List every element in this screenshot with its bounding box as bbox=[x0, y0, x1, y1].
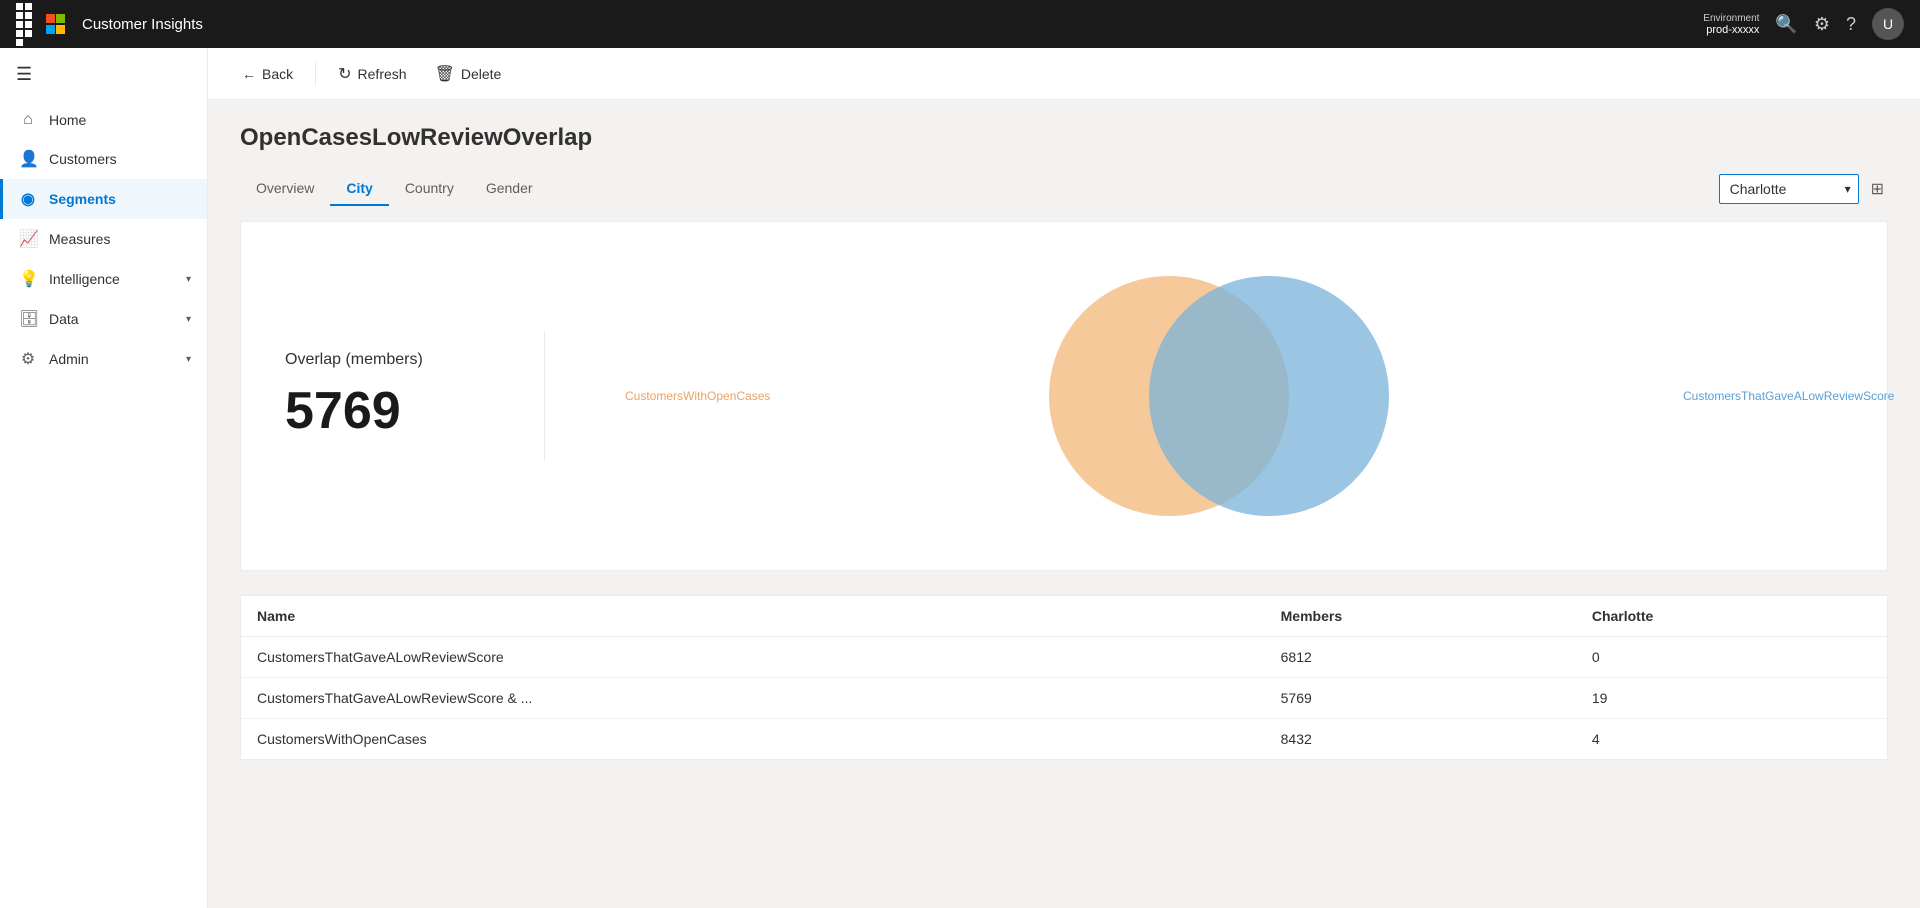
sidebar: ☰ ⌂ Home 👤 Customers ◉ Segments 📈 Measur… bbox=[0, 48, 208, 908]
waffle-menu-icon[interactable] bbox=[16, 3, 34, 46]
table-row: CustomersThatGaveALowReviewScore & ... 5… bbox=[241, 678, 1887, 719]
overlap-label: Overlap (members) bbox=[285, 351, 423, 369]
tab-overview[interactable]: Overview bbox=[240, 172, 330, 206]
measures-icon: 📈 bbox=[19, 229, 37, 249]
chevron-down-icon: ▾ bbox=[186, 274, 191, 285]
chevron-down-icon: ▾ bbox=[186, 354, 191, 365]
search-icon[interactable]: 🔍 bbox=[1775, 14, 1797, 35]
venn-svg bbox=[1014, 246, 1394, 546]
customers-icon: 👤 bbox=[19, 149, 37, 169]
sidebar-item-data[interactable]: 🗄 Data ▾ bbox=[0, 299, 207, 339]
environment-info: Environment prod-xxxxx bbox=[1703, 13, 1759, 36]
col-header-name: Name bbox=[241, 596, 1265, 637]
city-filter-dropdown[interactable]: Charlotte New York Los Angeles Chicago H… bbox=[1719, 174, 1859, 204]
cell-name: CustomersThatGaveALowReviewScore bbox=[241, 637, 1265, 678]
cell-name: CustomersWithOpenCases bbox=[241, 719, 1265, 760]
sidebar-item-customers[interactable]: 👤 Customers bbox=[0, 139, 207, 179]
filter-button[interactable]: ⊞ bbox=[1867, 175, 1888, 203]
data-table: Name Members Charlotte CustomersThatGave… bbox=[241, 596, 1887, 759]
delete-button[interactable]: 🗑 Delete bbox=[425, 58, 512, 90]
data-table-wrapper: Name Members Charlotte CustomersThatGave… bbox=[240, 595, 1888, 760]
col-header-charlotte: Charlotte bbox=[1576, 596, 1887, 637]
microsoft-logo bbox=[46, 14, 66, 34]
tab-gender[interactable]: Gender bbox=[470, 172, 549, 206]
sidebar-item-intelligence[interactable]: 💡 Intelligence ▾ bbox=[0, 259, 207, 299]
cell-charlotte: 19 bbox=[1576, 678, 1887, 719]
chart-area: Overlap (members) 5769 CustomersWithOpen… bbox=[240, 221, 1888, 571]
cell-charlotte: 4 bbox=[1576, 719, 1887, 760]
app-title: Customer Insights bbox=[82, 16, 203, 33]
data-icon: 🗄 bbox=[19, 309, 37, 329]
delete-icon: 🗑 bbox=[435, 64, 455, 84]
refresh-button[interactable]: ↻ Refresh bbox=[328, 58, 416, 90]
sidebar-item-admin[interactable]: ⚙ Admin ▾ bbox=[0, 339, 207, 379]
tabs-filter-area: Charlotte New York Los Angeles Chicago H… bbox=[1719, 174, 1888, 204]
city-filter-dropdown-wrapper: Charlotte New York Los Angeles Chicago H… bbox=[1719, 174, 1859, 204]
table-row: CustomersWithOpenCases 8432 4 bbox=[241, 719, 1887, 760]
sidebar-menu-icon[interactable]: ☰ bbox=[0, 56, 207, 101]
avatar[interactable]: U bbox=[1872, 8, 1904, 40]
sidebar-item-segments[interactable]: ◉ Segments bbox=[0, 179, 207, 219]
back-arrow-icon: ← bbox=[242, 66, 256, 82]
content-area: ← Back ↻ Refresh 🗑 Delete OpenCasesLowRe… bbox=[208, 48, 1920, 908]
cell-members: 6812 bbox=[1265, 637, 1576, 678]
cell-members: 8432 bbox=[1265, 719, 1576, 760]
back-button[interactable]: ← Back bbox=[232, 60, 303, 88]
topnav: Customer Insights Environment prod-xxxxx… bbox=[0, 0, 1920, 48]
sidebar-item-measures[interactable]: 📈 Measures bbox=[0, 219, 207, 259]
segments-icon: ◉ bbox=[19, 189, 37, 209]
overlap-stats: Overlap (members) 5769 bbox=[265, 331, 545, 461]
page-content: OpenCasesLowReviewOverlap Overview City … bbox=[208, 100, 1920, 908]
toolbar: ← Back ↻ Refresh 🗑 Delete bbox=[208, 48, 1920, 100]
table-row: CustomersThatGaveALowReviewScore 6812 0 bbox=[241, 637, 1887, 678]
overlap-number: 5769 bbox=[285, 381, 401, 441]
admin-icon: ⚙ bbox=[19, 349, 37, 369]
tab-country[interactable]: Country bbox=[389, 172, 470, 206]
intelligence-icon: 💡 bbox=[19, 269, 37, 289]
venn-diagram: CustomersWithOpenCases CustomersThatGave… bbox=[545, 246, 1863, 546]
cell-charlotte: 0 bbox=[1576, 637, 1887, 678]
tabs-list: Overview City Country Gender bbox=[240, 172, 1719, 205]
settings-icon[interactable]: ⚙ bbox=[1814, 14, 1830, 35]
cell-members: 5769 bbox=[1265, 678, 1576, 719]
toolbar-divider bbox=[315, 62, 316, 86]
refresh-icon: ↻ bbox=[338, 64, 351, 84]
page-title: OpenCasesLowReviewOverlap bbox=[240, 124, 1888, 152]
tab-city[interactable]: City bbox=[330, 172, 388, 206]
tabs-row: Overview City Country Gender Ch bbox=[240, 172, 1888, 205]
topnav-right: Environment prod-xxxxx 🔍 ⚙ ? U bbox=[1703, 8, 1904, 40]
sidebar-item-home[interactable]: ⌂ Home bbox=[0, 101, 207, 139]
help-icon[interactable]: ? bbox=[1846, 14, 1856, 35]
filter-icon: ⊞ bbox=[1871, 181, 1884, 198]
cell-name: CustomersThatGaveALowReviewScore & ... bbox=[241, 678, 1265, 719]
home-icon: ⌂ bbox=[19, 111, 37, 129]
venn-right-label: CustomersThatGaveALowReviewScore bbox=[1683, 389, 1803, 403]
col-header-members: Members bbox=[1265, 596, 1576, 637]
chevron-down-icon: ▾ bbox=[186, 314, 191, 325]
venn-left-label: CustomersWithOpenCases bbox=[625, 389, 725, 403]
